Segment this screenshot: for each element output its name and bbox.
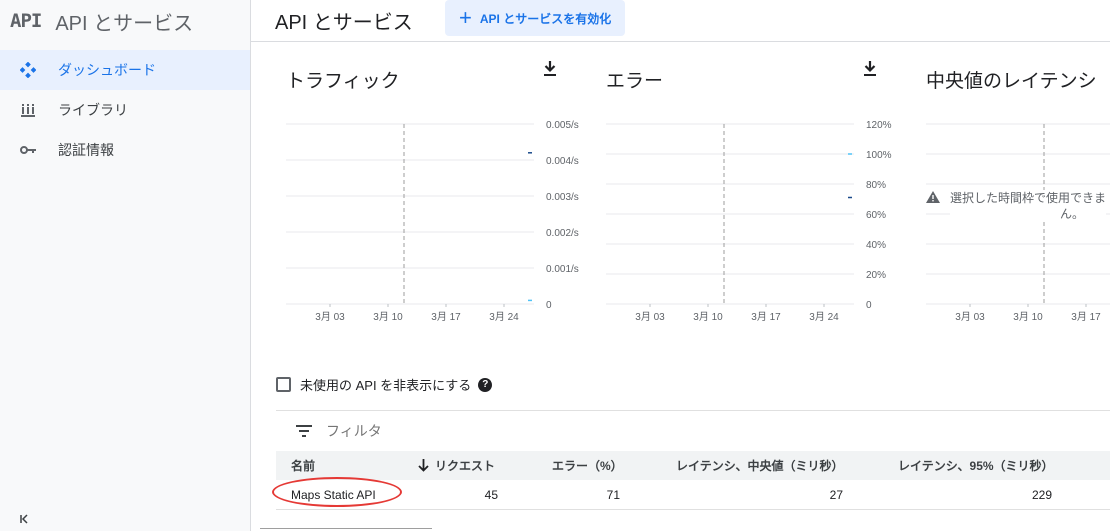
col-name[interactable]: 名前 xyxy=(291,457,315,474)
x-tick-label: 3月 03 xyxy=(315,311,345,323)
y-tick-label: 0.004/s xyxy=(546,156,579,167)
y-tick-label: 20% xyxy=(866,270,886,281)
y-tick-label: 80% xyxy=(866,180,886,191)
y-tick-label: 100% xyxy=(866,150,892,161)
filter-icon xyxy=(296,424,312,437)
col-requests-wrap[interactable]: リクエスト xyxy=(418,457,495,474)
sidebar-nav: ダッシュボード ライブラリ 認証情報 xyxy=(0,50,250,170)
hide-unused-checkbox[interactable] xyxy=(276,377,291,392)
y-tick-label: 0.003/s xyxy=(546,192,579,203)
x-tick-label: 3月 03 xyxy=(955,311,985,323)
sidebar-item-label: ダッシュボード xyxy=(58,62,156,78)
x-tick-label: 3月 03 xyxy=(635,311,665,323)
table-row: Maps Static API 45 71 27 229 xyxy=(272,476,1110,510)
col-latency-median[interactable]: レイテンシ、中央値（ミリ秒） xyxy=(676,457,844,474)
x-tick-label: 3月 24 xyxy=(489,311,519,323)
enable-apis-button[interactable]: + API とサービスを有効化 xyxy=(445,0,626,36)
y-tick-label: 0 xyxy=(546,300,552,311)
filter-bar xyxy=(276,410,1110,450)
page-title: API とサービス xyxy=(275,12,413,34)
hide-unused-apis: 未使用の API を非表示にする ? xyxy=(276,375,493,394)
col-errors[interactable]: エラー（%） xyxy=(552,457,623,474)
sidebar: API API とサービス ダッシュボード ライブラリ 認証情報 xyxy=(0,0,251,531)
warning-icon xyxy=(926,191,940,203)
help-icon[interactable]: ? xyxy=(478,377,493,392)
y-tick-label: 120% xyxy=(866,120,892,131)
requests-value: 45 xyxy=(484,487,498,502)
errors-value: 71 xyxy=(606,487,620,502)
divider xyxy=(260,528,432,529)
no-data-text-cont: ん。 xyxy=(1060,207,1085,221)
sidebar-item-credentials[interactable]: 認証情報 xyxy=(0,130,250,170)
x-tick-label: 3月 17 xyxy=(751,311,781,323)
y-tick-label: 0.005/s xyxy=(546,120,579,131)
api-table: 名前 リクエスト エラー（%） レイテンシ、中央値（ミリ秒） レイテンシ、95%… xyxy=(272,451,1110,510)
sidebar-item-dashboard[interactable]: ダッシュボード xyxy=(0,50,250,90)
plus-icon: + xyxy=(459,5,472,30)
key-icon xyxy=(18,140,38,160)
sidebar-item-library[interactable]: ライブラリ xyxy=(0,90,250,130)
hide-unused-label: 未使用の API を非表示にする xyxy=(300,378,472,393)
arrow-down-icon xyxy=(418,459,429,472)
errors-chart: エラー 120% 100% 80% 60% 40% 20% 0 3月 03 3月 10 3月 17… xyxy=(606,56,906,336)
latency-chart: 中央値のレイテンシ 3月 03 3月 10 3月 17 選択した時間枠で使用できま … xyxy=(926,56,1110,336)
sidebar-item-label: 認証情報 xyxy=(58,142,114,158)
col-requests: リクエスト xyxy=(435,459,496,473)
latency-95-value: 229 xyxy=(1031,487,1052,502)
brand: API API とサービス xyxy=(0,0,250,42)
latency-median-value: 27 xyxy=(829,487,843,502)
dashboard-icon xyxy=(18,60,38,80)
y-tick-label: 60% xyxy=(866,210,886,221)
api-name-link[interactable]: Maps Static API xyxy=(291,488,376,502)
x-tick-label: 3月 17 xyxy=(1071,311,1101,323)
library-icon xyxy=(18,100,38,120)
no-data-message: 選択した時間枠で使用できま ん。 xyxy=(926,190,1107,222)
traffic-chart: トラフィック 0.005/s 0.004/s 0.003/s 0.002/s 0.001… xyxy=(286,56,586,336)
x-tick-label: 3月 10 xyxy=(1013,311,1043,323)
filter-input[interactable] xyxy=(326,422,626,439)
header: API とサービス + API とサービスを有効化 xyxy=(251,0,1110,42)
api-name-cell: Maps Static API xyxy=(272,476,402,507)
y-tick-label: 40% xyxy=(866,240,886,251)
enable-apis-label: API とサービスを有効化 xyxy=(479,11,612,26)
x-tick-label: 3月 10 xyxy=(693,311,723,323)
collapse-sidebar-icon[interactable] xyxy=(20,513,30,527)
y-tick-label: 0.002/s xyxy=(546,228,579,239)
col-latency-95[interactable]: レイテンシ、95%（ミリ秒） xyxy=(898,457,1054,474)
api-logo: API xyxy=(10,10,42,32)
no-data-text: 選択した時間枠で使用できま xyxy=(950,191,1107,205)
sidebar-item-label: ライブラリ xyxy=(58,102,128,118)
x-tick-label: 3月 24 xyxy=(809,311,839,323)
traffic-plot: 0.005/s 0.004/s 0.003/s 0.002/s 0.001/s 0 3月 0… xyxy=(286,120,579,323)
y-tick-label: 0.001/s xyxy=(546,264,579,275)
x-tick-label: 3月 17 xyxy=(431,311,461,323)
y-tick-label: 0 xyxy=(866,300,872,311)
product-title: API とサービス xyxy=(55,12,194,35)
x-tick-label: 3月 10 xyxy=(373,311,403,323)
table-header: 名前 リクエスト エラー（%） レイテンシ、中央値（ミリ秒） レイテンシ、95%… xyxy=(276,451,1110,480)
errors-plot: 120% 100% 80% 60% 40% 20% 0 3月 03 3月 10 3月 17 3月 2… xyxy=(606,120,892,323)
